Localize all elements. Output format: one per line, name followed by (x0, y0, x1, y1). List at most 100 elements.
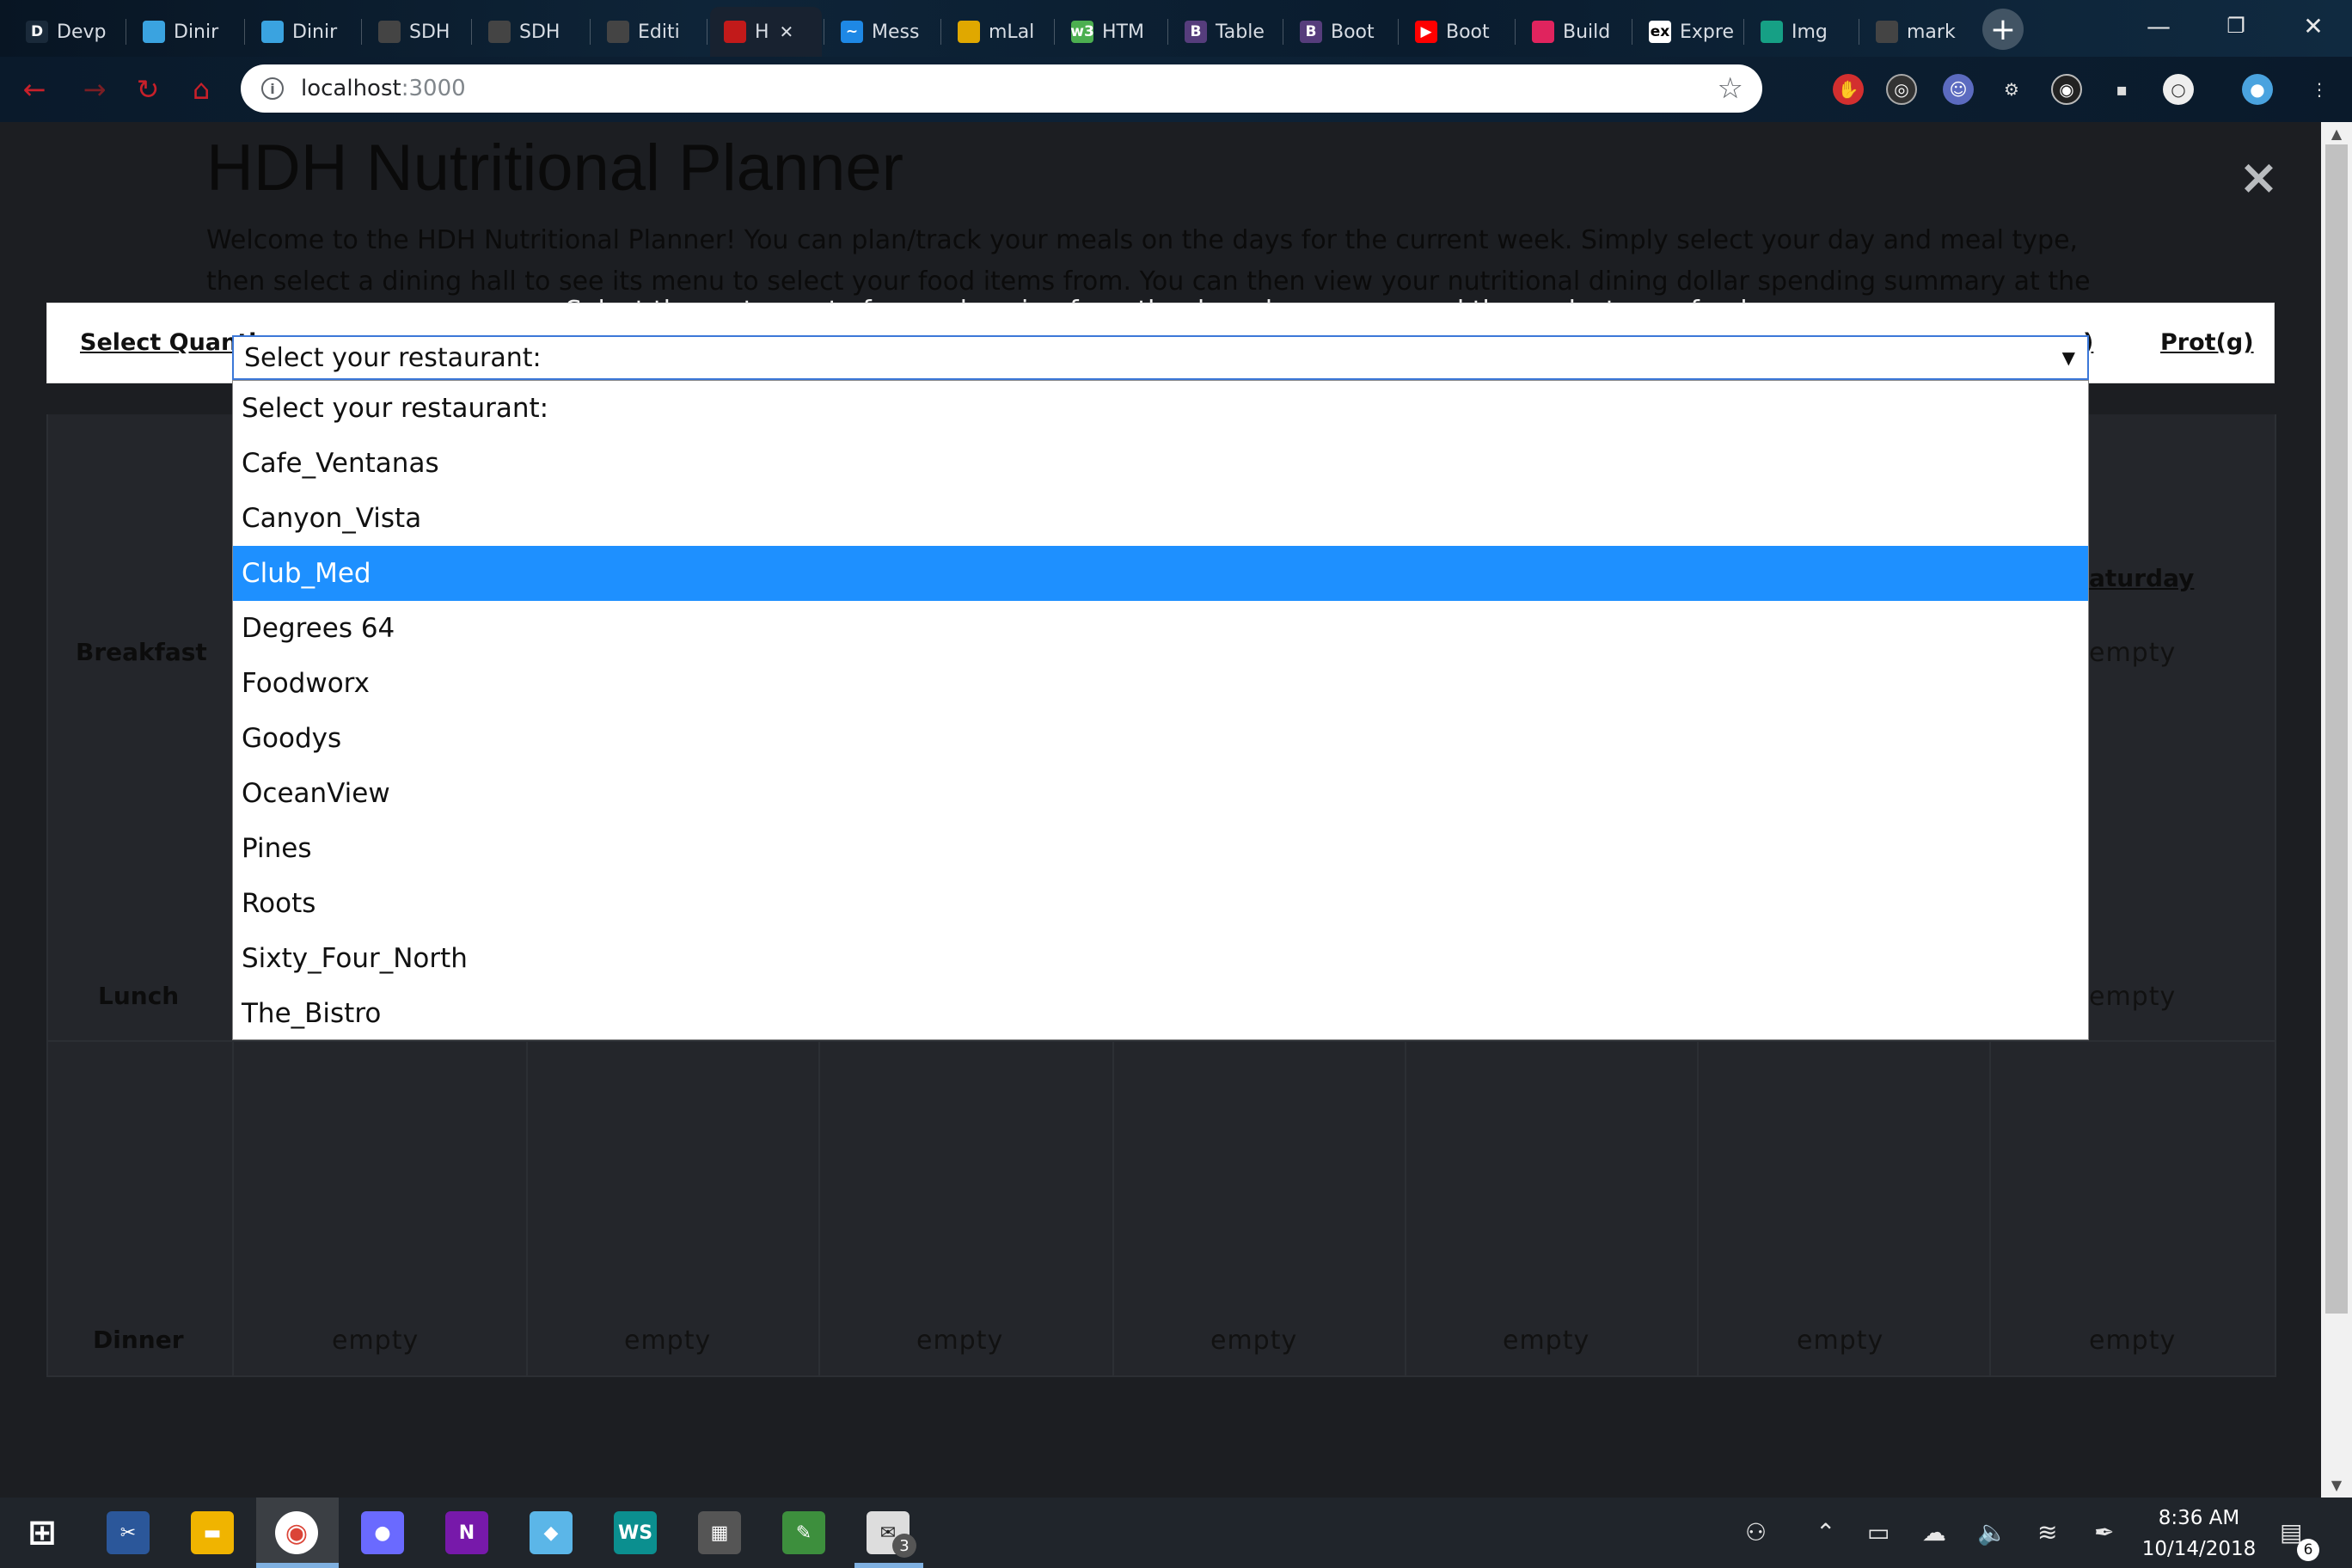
restaurant-option[interactable]: The_Bistro (233, 986, 2088, 1041)
browser-tab[interactable]: mark (1862, 7, 1969, 57)
meal-cell-empty[interactable]: empty (2089, 1326, 2176, 1356)
taskbar-clock[interactable]: 8:36 AM 10/14/2018 (2130, 1503, 2268, 1565)
browser-tab[interactable]: w3 HTM (1057, 7, 1169, 57)
restaurant-option[interactable]: Sixty_Four_North (233, 931, 2088, 986)
extension-icon[interactable]: ◉ (2051, 74, 2082, 105)
restaurant-option[interactable]: Cafe_Ventanas (233, 436, 2088, 491)
meal-cell-empty[interactable]: empty (1503, 1326, 1589, 1356)
extension-icon[interactable]: ▪ (2106, 74, 2137, 105)
browser-tab[interactable]: SDH (364, 7, 476, 57)
battery-icon[interactable]: ▭ (1867, 1518, 1890, 1547)
restaurant-option[interactable]: Club_Med (233, 546, 2088, 601)
calculator-icon[interactable]: ▦ (698, 1511, 741, 1554)
restaurant-option[interactable]: OceanView (233, 766, 2088, 821)
cloud-sync-icon[interactable]: ☁ (1922, 1518, 1946, 1547)
minimize-button[interactable]: — (2120, 0, 2197, 52)
profile-avatar[interactable]: ● (2242, 74, 2273, 105)
adblock-extension-icon[interactable]: ✋ (1833, 74, 1864, 105)
scroll-down-icon[interactable]: ▼ (2321, 1473, 2352, 1496)
webstorm-icon[interactable]: WS (614, 1511, 657, 1554)
browser-tab[interactable]: ▶ Boot (1401, 7, 1513, 57)
menu-dots-icon[interactable]: ⋮ (2304, 74, 2335, 105)
people-icon[interactable]: ⚇ (1745, 1518, 1767, 1547)
restaurant-option[interactable]: Goodys (233, 711, 2088, 766)
record-app-icon[interactable]: ● (361, 1511, 404, 1554)
browser-tab[interactable]: B Boot (1286, 7, 1398, 57)
github-icon (607, 21, 629, 43)
back-icon[interactable]: ← (15, 70, 53, 108)
reload-icon[interactable]: ↻ (129, 70, 167, 108)
restaurant-select[interactable]: Select your restaurant: ▼ (232, 335, 2089, 380)
browser-tab[interactable]: Img (1747, 7, 1859, 57)
github-icon (488, 21, 511, 43)
snipping-tool-icon[interactable]: ✂ (107, 1511, 150, 1554)
restaurant-option[interactable]: Canyon_Vista (233, 491, 2088, 546)
file-explorer-icon[interactable]: ▬ (191, 1511, 234, 1554)
meal-cell-empty[interactable]: empty (2089, 982, 2176, 1012)
browser-tab[interactable]: Build (1518, 7, 1630, 57)
tab-label: Build (1563, 21, 1611, 43)
grid-column-divider (46, 414, 48, 1377)
tray-chevron-icon[interactable]: ⌃ (1816, 1518, 1835, 1547)
pen-icon[interactable]: ✒ (2094, 1518, 2114, 1547)
meal-cell-empty[interactable]: empty (1210, 1326, 1297, 1356)
restaurant-option[interactable]: Foodworx (233, 656, 2088, 711)
restaurant-option[interactable]: Roots (233, 876, 2088, 931)
browser-tab[interactable]: ~ Mess (827, 7, 939, 57)
meal-cell-empty[interactable]: empty (2089, 638, 2176, 668)
browser-tab[interactable]: H ✕ (710, 7, 822, 57)
tab-separator (940, 19, 941, 45)
day-header-saturday[interactable]: aturday (2089, 564, 2194, 592)
site-info-icon[interactable]: i (261, 77, 284, 100)
address-bar[interactable]: i localhost:3000 ☆ (241, 64, 1762, 113)
volume-icon[interactable]: 🔈 (1977, 1518, 2007, 1547)
tab-label: H (755, 21, 769, 43)
meal-cell-empty[interactable]: empty (624, 1326, 711, 1356)
windows-start-icon[interactable]: ⊞ (21, 1511, 64, 1554)
close-tab-icon[interactable]: ✕ (780, 21, 794, 42)
browser-tab[interactable]: Dinir (248, 7, 359, 57)
extension-icon[interactable]: ☺ (1943, 74, 1974, 105)
browser-tab[interactable]: SDH (475, 7, 586, 57)
scrollbar-thumb[interactable] (2325, 144, 2348, 1314)
restaurant-select-value: Select your restaurant: (244, 342, 542, 373)
youtube-icon: ▶ (1415, 21, 1437, 43)
paint-icon[interactable]: ✎ (782, 1511, 825, 1554)
messenger-icon: ~ (841, 21, 863, 43)
quantity-column-header: Select Quanti (80, 329, 257, 356)
restaurant-option[interactable]: Degrees 64 (233, 601, 2088, 656)
close-modal-button[interactable]: × (2239, 150, 2279, 205)
close-window-button[interactable]: ✕ (2275, 0, 2352, 52)
tab-separator (244, 19, 245, 45)
extension-icon[interactable]: ◎ (1886, 74, 1917, 105)
scroll-up-icon[interactable]: ▲ (2321, 122, 2352, 144)
browser-tab[interactable]: mLal (944, 7, 1056, 57)
dining-icon (143, 21, 165, 43)
bookmark-star-icon[interactable]: ☆ (1718, 71, 1743, 106)
browser-tab[interactable]: B Table (1171, 7, 1283, 57)
restaurant-option[interactable]: Pines (233, 821, 2088, 876)
extension-icon[interactable]: ○ (2163, 74, 2194, 105)
tab-label: Mess (872, 21, 920, 43)
meal-cell-empty[interactable]: empty (916, 1326, 1003, 1356)
chrome-icon[interactable]: ◉ (275, 1511, 318, 1554)
build-icon (1532, 21, 1554, 43)
meal-cell-empty[interactable]: empty (1797, 1326, 1883, 1356)
github-icon (378, 21, 401, 43)
browser-tab[interactable]: Dinir (129, 7, 241, 57)
meal-cell-empty[interactable]: empty (332, 1326, 419, 1356)
extension-icon[interactable]: ⚙ (1996, 74, 2027, 105)
onenote-icon[interactable]: N (445, 1511, 488, 1554)
new-tab-button[interactable]: + (1982, 9, 2024, 50)
wifi-icon[interactable]: ≋ (2037, 1518, 2057, 1547)
restore-button[interactable]: ❐ (2197, 0, 2275, 52)
browser-tab[interactable]: D Devp (12, 7, 124, 57)
browser-tab[interactable]: Editi (593, 7, 705, 57)
tab-label: Table (1216, 21, 1265, 43)
browser-tab[interactable]: ex Expre (1635, 7, 1747, 57)
restaurant-option[interactable]: Select your restaurant: (233, 381, 2088, 436)
restaurant-dropdown-list: Select your restaurant: Cafe_Ventanas Cany… (232, 380, 2089, 1040)
notes-app-icon[interactable]: ◆ (530, 1511, 573, 1554)
forward-icon[interactable]: → (76, 70, 113, 108)
home-icon[interactable]: ⌂ (182, 70, 220, 108)
